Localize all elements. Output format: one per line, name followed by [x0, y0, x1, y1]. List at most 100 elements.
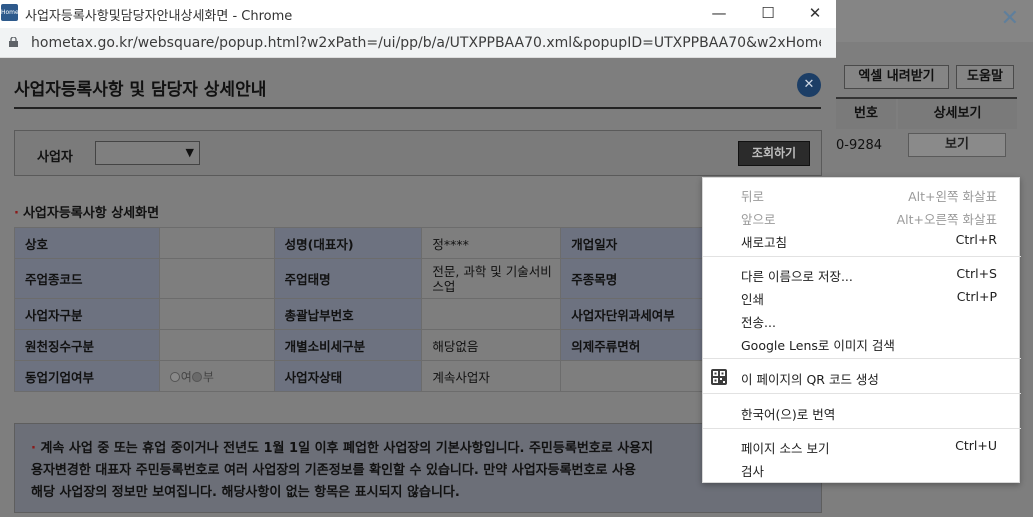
table-header-cell: 동업기업여부 — [14, 360, 160, 392]
qr-code-icon — [711, 369, 727, 385]
radio-yes-label: 여 — [180, 369, 192, 384]
menu-item-print[interactable]: 인쇄 Ctrl+P — [703, 286, 1021, 308]
menu-item-label: Google Lens로 이미지 검색 — [741, 338, 895, 353]
table-row: 동업기업여부 여부 사업자상태 계속사업자 — [14, 360, 714, 392]
business-label: 사업자 — [37, 150, 73, 165]
table-header-cell: 원천징수구분 — [14, 329, 160, 361]
window-titlebar: Hometax 사업자등록사항및담당자안내상세화면 - Chrome — ☐ ✕ — [0, 0, 836, 28]
menu-item-save-as[interactable]: 다른 이름으로 저장... Ctrl+S — [703, 263, 1021, 285]
menu-item-label: 한국어(으)로 번역 — [741, 407, 836, 422]
menu-item-google-lens[interactable]: Google Lens로 이미지 검색 — [703, 332, 1021, 354]
table-header-cell: 주업종코드 — [14, 258, 160, 299]
url-text[interactable]: hometax.go.kr/websquare/popup.html?w2xPa… — [31, 35, 821, 51]
menu-item-shortcut: Ctrl+R — [955, 232, 997, 247]
table-header-cell: 총괄납부번호 — [273, 298, 423, 330]
table-cell — [158, 227, 275, 259]
help-button[interactable]: 도움말 — [956, 65, 1014, 89]
hometax-favicon-icon: Hometax — [1, 4, 28, 21]
table-header-cell: 사업자상태 — [273, 360, 423, 392]
table-header-cell: 상호 — [14, 227, 160, 259]
col-detail-header: 상세보기 — [898, 99, 1017, 129]
context-menu: 뒤로 Alt+왼쪽 화살표 앞으로 Alt+오른쪽 화살표 새로고침 Ctrl+… — [702, 177, 1021, 483]
notice-box: · 계속 사업 중 또는 휴업 중이거나 전년도 1월 1일 이후 폐업한 사업… — [14, 423, 822, 513]
search-button[interactable]: 조회하기 — [738, 141, 810, 166]
window-close-icon[interactable]: ✕ — [803, 2, 827, 24]
table-cell — [158, 258, 275, 299]
menu-item-label: 앞으로 — [741, 212, 776, 227]
table-cell: 정**** — [421, 227, 562, 259]
table-row: 원천징수구분 개별소비세구분 해당없음 의제주류면허 — [14, 329, 714, 361]
menu-item-shortcut: Alt+오른쪽 화살표 — [896, 212, 997, 227]
table-cell: 전문, 과학 및 기술서비스업 — [421, 258, 562, 299]
notice-text: 계속 사업 중 또는 휴업 중이거나 전년도 1월 1일 이후 폐업한 사업장의… — [40, 441, 654, 456]
table-header-cell: 사업자단위과세여부 — [560, 298, 714, 330]
radio-no-label: 부 — [202, 369, 214, 384]
table-header-cell: 주종목명 — [560, 258, 714, 299]
notice-line: · 계속 사업 중 또는 휴업 중이거나 전년도 1월 1일 이후 폐업한 사업… — [31, 438, 805, 460]
menu-item-shortcut: Alt+왼쪽 화살표 — [908, 189, 997, 204]
menu-item-shortcut: Ctrl+S — [956, 266, 997, 281]
radio-no[interactable] — [191, 371, 202, 382]
table-header-cell: 개업일자 — [560, 227, 714, 259]
notice-line: 용자변경한 대표자 주민등록번호로 여러 사업장의 기존정보를 확인할 수 있습… — [31, 463, 636, 478]
menu-divider — [703, 256, 1021, 257]
menu-item-label: 뒤로 — [741, 189, 765, 204]
menu-item-label: 페이지 소스 보기 — [741, 441, 830, 456]
menu-item-inspect[interactable]: 검사 — [703, 458, 1021, 480]
menu-item-forward[interactable]: 앞으로 Alt+오른쪽 화살표 — [703, 206, 1021, 228]
table-row: 주업종코드 주업태명 전문, 과학 및 기술서비스업 주종목명 — [14, 258, 714, 299]
table-cell — [158, 298, 275, 330]
address-bar[interactable]: hometax.go.kr/websquare/popup.html?w2xPa… — [0, 28, 836, 58]
maximize-icon[interactable]: ☐ — [756, 2, 780, 24]
table-header-cell: 주업태명 — [273, 258, 423, 299]
registration-info-table: 상호 성명(대표자) 정**** 개업일자 주업종코드 주업태명 전문, 과학 … — [14, 227, 714, 392]
popup-close-icon[interactable]: ✕ — [797, 73, 821, 97]
table-cell — [421, 298, 562, 330]
table-header-cell: 사업자구분 — [14, 298, 160, 330]
menu-item-shortcut: Ctrl+U — [955, 438, 997, 453]
window-title: 사업자등록사항및담당자안내상세화면 - Chrome — [25, 9, 293, 24]
table-header-cell: 의제주류면허 — [560, 329, 714, 361]
menu-item-translate[interactable]: 한국어(으)로 번역 — [703, 401, 1021, 423]
menu-item-qr-code[interactable]: 이 페이지의 QR 코드 생성 — [703, 366, 1021, 388]
lock-icon — [9, 37, 18, 47]
notice-line: 해당 사업장의 정보만 보여집니다. 해당사항이 없는 항목은 표시되지 않습니… — [31, 485, 460, 500]
menu-item-reload[interactable]: 새로고침 Ctrl+R — [703, 229, 1021, 251]
menu-item-send[interactable]: 전송... — [703, 309, 1021, 331]
search-panel: 사업자 ▼ 조회하기 — [14, 130, 822, 176]
menu-item-label: 검사 — [741, 464, 765, 479]
table-row: 상호 성명(대표자) 정**** 개업일자 — [14, 227, 714, 259]
excel-download-button[interactable]: 엑셀 내려받기 — [844, 65, 949, 89]
view-detail-button[interactable]: 보기 — [908, 133, 1006, 157]
menu-item-label: 새로고침 — [741, 235, 788, 250]
table-cell: 해당없음 — [421, 329, 562, 361]
menu-divider — [703, 358, 1021, 359]
menu-item-label: 다른 이름으로 저장... — [741, 269, 853, 284]
minimize-icon[interactable]: — — [707, 2, 731, 24]
title-divider — [14, 107, 821, 109]
business-select[interactable]: ▼ — [95, 141, 200, 165]
table-cell: 계속사업자 — [421, 360, 562, 392]
row-number-cell: 0-9284 — [836, 138, 883, 153]
menu-item-label: 전송... — [741, 315, 776, 330]
background-results-table: 번호 상세보기 0-9284 보기 — [836, 97, 1017, 157]
page-title: 사업자등록사항 및 담당자 상세안내 — [14, 80, 267, 100]
section-title-text: 사업자등록사항 상세화면 — [22, 206, 160, 221]
table-header-cell: 성명(대표자) — [273, 227, 423, 259]
menu-divider — [703, 393, 1021, 394]
radio-yes[interactable] — [169, 371, 180, 382]
table-header-cell: 개별소비세구분 — [273, 329, 423, 361]
table-cell — [158, 329, 275, 361]
background-close-icon[interactable]: ✕ — [1001, 8, 1019, 30]
menu-item-label: 이 페이지의 QR 코드 생성 — [741, 372, 879, 387]
menu-item-view-source[interactable]: 페이지 소스 보기 Ctrl+U — [703, 435, 1021, 457]
menu-item-back[interactable]: 뒤로 Alt+왼쪽 화살표 — [703, 183, 1021, 205]
menu-divider — [703, 428, 1021, 429]
chevron-down-icon: ▼ — [185, 146, 194, 159]
menu-item-shortcut: Ctrl+P — [956, 289, 997, 304]
table-cell — [560, 360, 714, 392]
bullet-icon: · — [14, 206, 19, 221]
table-row: 사업자구분 총괄납부번호 사업자단위과세여부 — [14, 298, 714, 330]
col-number-header: 번호 — [836, 99, 896, 129]
section-title: · 사업자등록사항 상세화면 — [14, 202, 159, 221]
